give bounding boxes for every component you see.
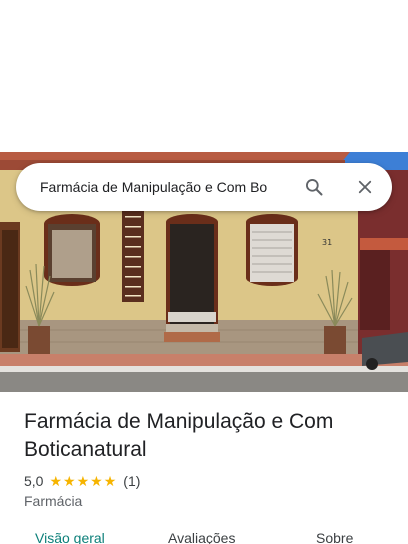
place-tabs: Visão geral Avaliações Sobre (0, 530, 408, 544)
tab-about[interactable]: Sobre (316, 530, 353, 544)
clear-search-button[interactable] (349, 171, 381, 203)
place-category: Farmácia (24, 493, 83, 509)
star-icon: ★ (63, 473, 76, 489)
close-icon (358, 180, 372, 194)
star-icon: ★ (90, 473, 103, 489)
map-blank-area (0, 0, 408, 152)
review-count[interactable]: (1) (123, 473, 140, 489)
search-input[interactable]: Farmácia de Manipulação e Com Bo (40, 163, 302, 211)
search-button[interactable] (298, 171, 330, 203)
search-bar[interactable]: Farmácia de Manipulação e Com Bo (16, 163, 392, 211)
tab-reviews[interactable]: Avaliações (168, 530, 235, 544)
rating-row[interactable]: 5,0 ★ ★ ★ ★ ★ (1) (24, 472, 140, 490)
rating-value: 5,0 (24, 473, 44, 489)
search-icon (306, 179, 323, 196)
tab-overview[interactable]: Visão geral (35, 530, 105, 544)
star-icon: ★ (49, 473, 63, 489)
star-icon: ★ (76, 473, 90, 489)
star-rating: ★ ★ ★ ★ ★ (49, 474, 117, 488)
svg-text:31: 31 (322, 238, 332, 247)
place-title: Farmácia de Manipulação e Com Boticanatu… (24, 410, 334, 461)
star-icon: ★ (103, 473, 117, 489)
